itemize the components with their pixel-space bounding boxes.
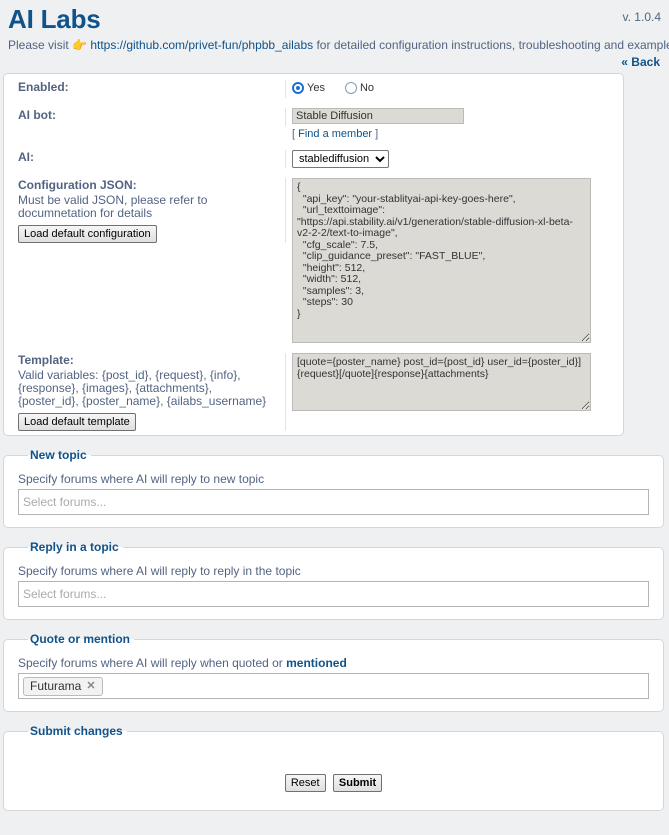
enabled-label: Enabled: — [18, 80, 69, 94]
ai-label-cell: AI: — [4, 150, 286, 168]
page-title: AI Labs — [8, 4, 101, 34]
forum-tag[interactable]: Futurama ✕ — [23, 676, 103, 696]
radio-enabled-yes[interactable]: Yes — [292, 82, 325, 94]
submit-changes-legend: Submit changes — [30, 724, 123, 738]
back-link[interactable]: « Back — [621, 55, 660, 69]
section-quote-mention: Quote or mention Specify forums where AI… — [3, 632, 664, 712]
new-topic-description: Specify forums where AI will reply to ne… — [18, 472, 265, 486]
find-member-row: [ Find a member ] — [292, 128, 623, 140]
template-textarea[interactable]: [quote={poster_name} post_id={post_id} u… — [292, 353, 591, 411]
config-json-field-cell: { "api_key": "your-stablityai-api-key-go… — [286, 178, 623, 343]
config-json-textarea[interactable]: { "api_key": "your-stablityai-api-key-go… — [292, 178, 591, 343]
radio-yes-icon[interactable] — [292, 82, 304, 94]
remove-tag-icon[interactable]: ✕ — [86, 679, 95, 692]
find-member-link[interactable]: Find a member — [298, 128, 372, 140]
template-field-cell: [quote={poster_name} post_id={post_id} u… — [286, 353, 623, 411]
radio-enabled-no[interactable]: No — [344, 82, 375, 94]
ai-label: AI: — [18, 150, 34, 164]
load-default-template-button[interactable]: Load default template — [18, 413, 136, 431]
enabled-radio-group: Yes No — [292, 80, 623, 94]
reset-button[interactable]: Reset — [284, 774, 326, 792]
radio-no-icon[interactable] — [344, 82, 357, 94]
intro-suffix: for detailed configuration instructions,… — [313, 38, 669, 52]
radio-no-label: No — [359, 82, 375, 94]
intro-text: Please visit 👉 https://github.com/privet… — [8, 37, 669, 53]
new-topic-placeholder: Select forums... — [23, 495, 107, 509]
quote-mention-legend: Quote or mention — [30, 632, 130, 646]
mentioned-link[interactable]: mentioned — [286, 656, 347, 670]
page-header: AI Labs v. 1.0.4 Please visit 👉 https://… — [0, 0, 669, 69]
new-topic-forum-select[interactable]: Select forums... — [18, 489, 649, 515]
submit-button-area: Reset Submit — [18, 748, 649, 798]
quote-mention-description: Specify forums where AI will reply when … — [18, 656, 649, 671]
version-label: v. 1.0.4 — [622, 10, 661, 24]
pointing-hand-icon: 👉 — [72, 38, 87, 52]
config-json-description: Must be valid JSON, please refer to docu… — [18, 193, 208, 220]
new-topic-legend: New topic — [30, 448, 87, 462]
submit-button[interactable]: Submit — [332, 774, 383, 792]
ai-bot-input[interactable] — [292, 108, 464, 124]
quote-mention-forum-select[interactable]: Futurama ✕ — [18, 673, 649, 699]
find-member-close: ] — [372, 128, 379, 140]
section-new-topic: New topic Specify forums where AI will r… — [3, 448, 664, 528]
section-submit-changes: Submit changes Reset Submit — [3, 724, 664, 811]
section-reply-topic: Reply in a topic Specify forums where AI… — [3, 540, 664, 620]
radio-yes-label: Yes — [307, 82, 325, 94]
ai-field-cell: stablediffusion — [286, 150, 623, 168]
enabled-label-cell: Enabled: — [4, 80, 286, 98]
reply-topic-forum-select[interactable]: Select forums... — [18, 581, 649, 607]
enabled-field-cell: Yes No — [286, 80, 623, 94]
reply-topic-placeholder: Select forums... — [23, 587, 107, 601]
ai-select[interactable]: stablediffusion — [292, 150, 389, 168]
template-description: Valid variables: {post_id}, {request}, {… — [18, 368, 267, 408]
github-link[interactable]: https://github.com/privet-fun/phpbb_aila… — [90, 38, 313, 52]
row-ai-bot: AI bot: [ Find a member ] — [4, 102, 623, 144]
row-template: Template: Valid variables: {post_id}, {r… — [4, 347, 623, 435]
intro-prefix: Please visit — [8, 38, 73, 52]
ai-bot-label: AI bot: — [18, 108, 56, 122]
quote-mention-description-prefix: Specify forums where AI will reply when … — [18, 656, 287, 670]
row-config-json: Configuration JSON: Must be valid JSON, … — [4, 172, 623, 347]
reply-topic-legend: Reply in a topic — [30, 540, 119, 554]
settings-panel: Enabled: Yes No AI bot: [ Find a member … — [3, 73, 624, 436]
forum-tag-label: Futurama — [30, 678, 82, 693]
template-label-cell: Template: Valid variables: {post_id}, {r… — [4, 353, 286, 431]
ai-bot-label-cell: AI bot: — [4, 108, 286, 126]
load-default-configuration-button[interactable]: Load default configuration — [18, 225, 157, 243]
template-label: Template: — [18, 353, 74, 367]
reply-topic-description: Specify forums where AI will reply to re… — [18, 564, 301, 578]
row-ai: AI: stablediffusion — [4, 144, 623, 172]
config-json-label: Configuration JSON: — [18, 178, 137, 192]
row-enabled: Enabled: Yes No — [4, 74, 623, 102]
config-json-label-cell: Configuration JSON: Must be valid JSON, … — [4, 178, 286, 243]
back-row: « Back — [8, 55, 661, 69]
ai-bot-field-cell: [ Find a member ] — [286, 108, 623, 140]
